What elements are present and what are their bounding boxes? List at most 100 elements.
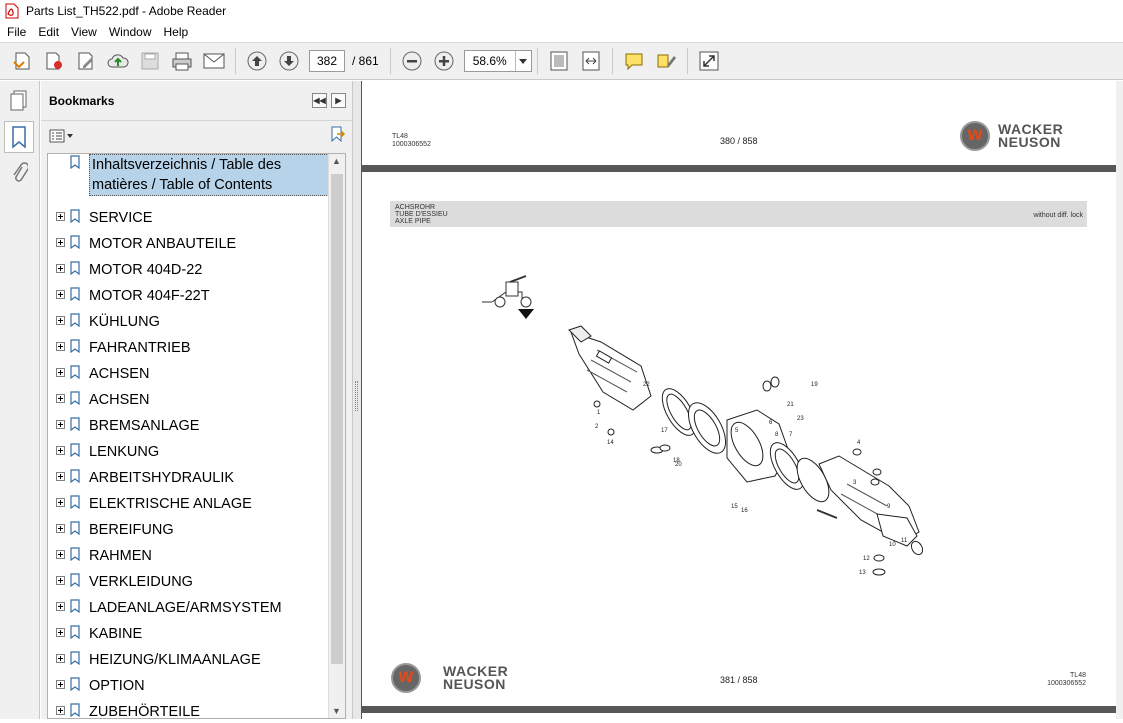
bookmark-item[interactable]: ARBEITSHYDRAULIK	[48, 468, 234, 488]
bookmarks-button[interactable]	[4, 121, 34, 153]
previous-page-button[interactable]	[243, 47, 271, 75]
options-menu-button[interactable]	[49, 129, 73, 143]
next-page-button[interactable]	[275, 47, 303, 75]
plus-expand-icon[interactable]	[56, 654, 65, 663]
bookmark-item[interactable]: LENKUNG	[48, 442, 159, 462]
wacker-neuson-emblem-icon: W	[391, 663, 421, 693]
page-label: 380 / 858	[720, 136, 758, 146]
page-thumbnails-button[interactable]	[4, 85, 34, 117]
scrollbar-thumb[interactable]	[331, 174, 343, 664]
plus-expand-icon[interactable]	[56, 420, 65, 429]
toolbar-separator	[536, 48, 538, 74]
bookmark-item[interactable]: SERVICE	[48, 208, 152, 228]
bookmark-item[interactable]: ZUBEHÖRTEILE	[48, 702, 200, 719]
expand-bookmark-button[interactable]	[328, 125, 346, 148]
bookmark-expand-icon	[331, 126, 346, 142]
highlight-button[interactable]	[652, 47, 680, 75]
bookmark-item[interactable]: OPTION	[48, 676, 145, 696]
plus-expand-icon[interactable]	[56, 550, 65, 559]
bookmark-item[interactable]: MOTOR 404D-22	[48, 260, 202, 280]
document-scrollbar[interactable]	[1116, 81, 1123, 719]
expand-arrows-icon	[699, 51, 719, 71]
menu-view[interactable]: View	[65, 25, 103, 39]
bookmark-item[interactable]: MOTOR 404F-22T	[48, 286, 210, 306]
bookmark-item[interactable]: RAHMEN	[48, 546, 152, 566]
arrow-up-icon	[247, 51, 267, 71]
plus-expand-icon[interactable]	[56, 472, 65, 481]
combine-button[interactable]	[40, 47, 68, 75]
bookmark-item[interactable]: BREMSANLAGE	[48, 416, 199, 436]
attachments-button[interactable]	[4, 157, 34, 189]
bookmark-item[interactable]: HEIZUNG/KLIMAANLAGE	[48, 650, 261, 670]
create-pdf-button[interactable]	[8, 47, 36, 75]
bookmark-icon	[70, 547, 80, 561]
bookmark-item[interactable]: ACHSEN	[48, 390, 149, 410]
plus-expand-icon[interactable]	[56, 602, 65, 611]
scroll-up-icon[interactable]: ▲	[332, 156, 341, 166]
wacker-neuson-emblem-icon: W	[960, 121, 990, 151]
bookmarks-scrollbar[interactable]: ▲ ▼	[328, 154, 345, 718]
menu-edit[interactable]: Edit	[32, 25, 65, 39]
bookmark-item[interactable]: FAHRANTRIEB	[48, 338, 191, 358]
bookmark-label: HEIZUNG/KLIMAANLAGE	[89, 652, 261, 668]
plus-expand-icon[interactable]	[56, 342, 65, 351]
plus-expand-icon[interactable]	[56, 680, 65, 689]
bookmark-item[interactable]: ACHSEN	[48, 364, 149, 384]
print-button[interactable]	[168, 47, 196, 75]
plus-expand-icon[interactable]	[56, 290, 65, 299]
plus-expand-icon[interactable]	[56, 238, 65, 247]
combine-files-icon	[46, 52, 62, 70]
bookmark-item[interactable]: Inhaltsverzeichnis / Table des matières …	[48, 154, 329, 196]
save-button[interactable]	[136, 47, 164, 75]
comment-button[interactable]	[620, 47, 648, 75]
zoom-value: 58.6%	[472, 54, 507, 68]
expand-button[interactable]	[695, 47, 723, 75]
bookmarks-header: Bookmarks ◀◀ ▶	[41, 81, 352, 121]
menu-window[interactable]: Window	[103, 25, 158, 39]
page-number-input[interactable]: 382	[309, 50, 345, 72]
part-callout: 10	[889, 542, 896, 548]
bookmark-item[interactable]: MOTOR ANBAUTEILE	[48, 234, 236, 254]
title-bar: Parts List_TH522.pdf - Adobe Reader	[0, 0, 1123, 22]
part-callout: 19	[811, 382, 818, 388]
plus-expand-icon[interactable]	[56, 394, 65, 403]
email-button[interactable]	[200, 47, 228, 75]
bookmark-item[interactable]: ELEKTRISCHE ANLAGE	[48, 494, 252, 514]
menu-file[interactable]: File	[0, 25, 32, 39]
chevron-down-icon[interactable]	[514, 51, 531, 71]
plus-expand-icon[interactable]	[56, 368, 65, 377]
plus-expand-icon[interactable]	[56, 628, 65, 637]
menu-help[interactable]: Help	[158, 25, 195, 39]
plus-expand-icon[interactable]	[56, 576, 65, 585]
bookmark-label: ZUBEHÖRTEILE	[89, 704, 200, 719]
fit-page-button[interactable]	[545, 47, 573, 75]
plus-expand-icon[interactable]	[56, 212, 65, 221]
bookmark-item[interactable]: LADEANLAGE/ARMSYSTEM	[48, 598, 282, 618]
plus-expand-icon[interactable]	[56, 264, 65, 273]
bookmark-item[interactable]: KABINE	[48, 624, 142, 644]
collapse-panel-button[interactable]: ◀◀	[312, 93, 327, 108]
plus-expand-icon[interactable]	[56, 498, 65, 507]
scroll-down-icon[interactable]: ▼	[332, 706, 341, 716]
bookmark-icon	[70, 625, 80, 639]
plus-expand-icon[interactable]	[56, 446, 65, 455]
plus-expand-icon[interactable]	[56, 524, 65, 533]
plus-expand-icon[interactable]	[56, 316, 65, 325]
plus-expand-icon[interactable]	[56, 706, 65, 715]
zoom-out-button[interactable]	[398, 47, 426, 75]
save-icon	[141, 52, 159, 70]
bookmark-item[interactable]: BEREIFUNG	[48, 520, 174, 540]
pdf-page-previous: TL48 1000306552 380 / 858 W WACKER NEUSO…	[362, 81, 1116, 165]
bookmark-item[interactable]: KÜHLUNG	[48, 312, 160, 332]
upload-button[interactable]	[104, 47, 132, 75]
document-viewport: TL48 1000306552 380 / 858 W WACKER NEUSO…	[361, 81, 1123, 723]
fit-width-button[interactable]	[577, 47, 605, 75]
edit-button[interactable]	[72, 47, 100, 75]
expand-panel-button[interactable]: ▶	[331, 93, 346, 108]
bookmark-item[interactable]: VERKLEIDUNG	[48, 572, 193, 592]
zoom-in-button[interactable]	[430, 47, 458, 75]
fit-width-icon	[582, 51, 600, 71]
splitter-grip[interactable]	[355, 381, 358, 411]
zoom-select[interactable]: 58.6%	[463, 50, 532, 72]
panel-splitter[interactable]	[352, 81, 361, 719]
